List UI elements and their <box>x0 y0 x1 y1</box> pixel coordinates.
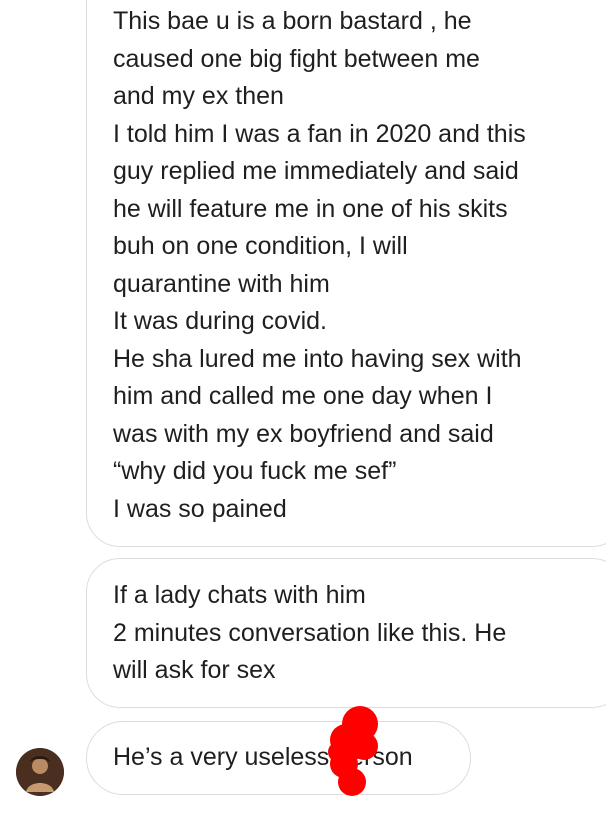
profile-photo-avatar-icon <box>16 748 64 796</box>
message-text-line: quarantine with him <box>113 269 330 298</box>
message-text-line: will ask for sex <box>113 656 276 684</box>
message-text-line: If a lady chats with him <box>113 581 366 609</box>
message-text-line: I was so pained <box>113 494 287 523</box>
message-text-line: “why did you fuck me sef” <box>113 457 397 485</box>
message-text-line: He’s a very useless person <box>113 743 413 771</box>
message-text-line: caused one big fight between me <box>113 44 480 73</box>
message-text-line: 2 minutes conversation like this. He <box>113 618 507 647</box>
message-text-line: and my ex then <box>113 82 284 110</box>
message-bubble[interactable]: This bae u is a born bastard , he caused… <box>86 0 606 547</box>
message-bubble[interactable]: If a lady chats with him 2 minutes conve… <box>86 558 606 708</box>
message-text-line: This bae u is a born bastard , he <box>113 7 472 35</box>
message-bubble[interactable]: He’s a very useless person <box>86 721 471 795</box>
sender-avatar[interactable] <box>16 748 64 796</box>
message-thread: This bae u is a born bastard , he caused… <box>0 0 606 813</box>
message-text-line: guy replied me immediately and said <box>113 157 519 185</box>
message-text-line: I told him I was a fan in 2020 and this <box>113 119 526 148</box>
message-text-line: him and called me one day when I <box>113 382 493 410</box>
message-text-line: It was during covid. <box>113 307 327 335</box>
message-text-line: He sha lured me into having sex with <box>113 344 522 373</box>
message-text-line: he will feature me in one of his skits <box>113 194 508 223</box>
message-text-line: was with my ex boyfriend and said <box>113 419 494 448</box>
message-text-line: buh on one condition, I will <box>113 232 408 260</box>
